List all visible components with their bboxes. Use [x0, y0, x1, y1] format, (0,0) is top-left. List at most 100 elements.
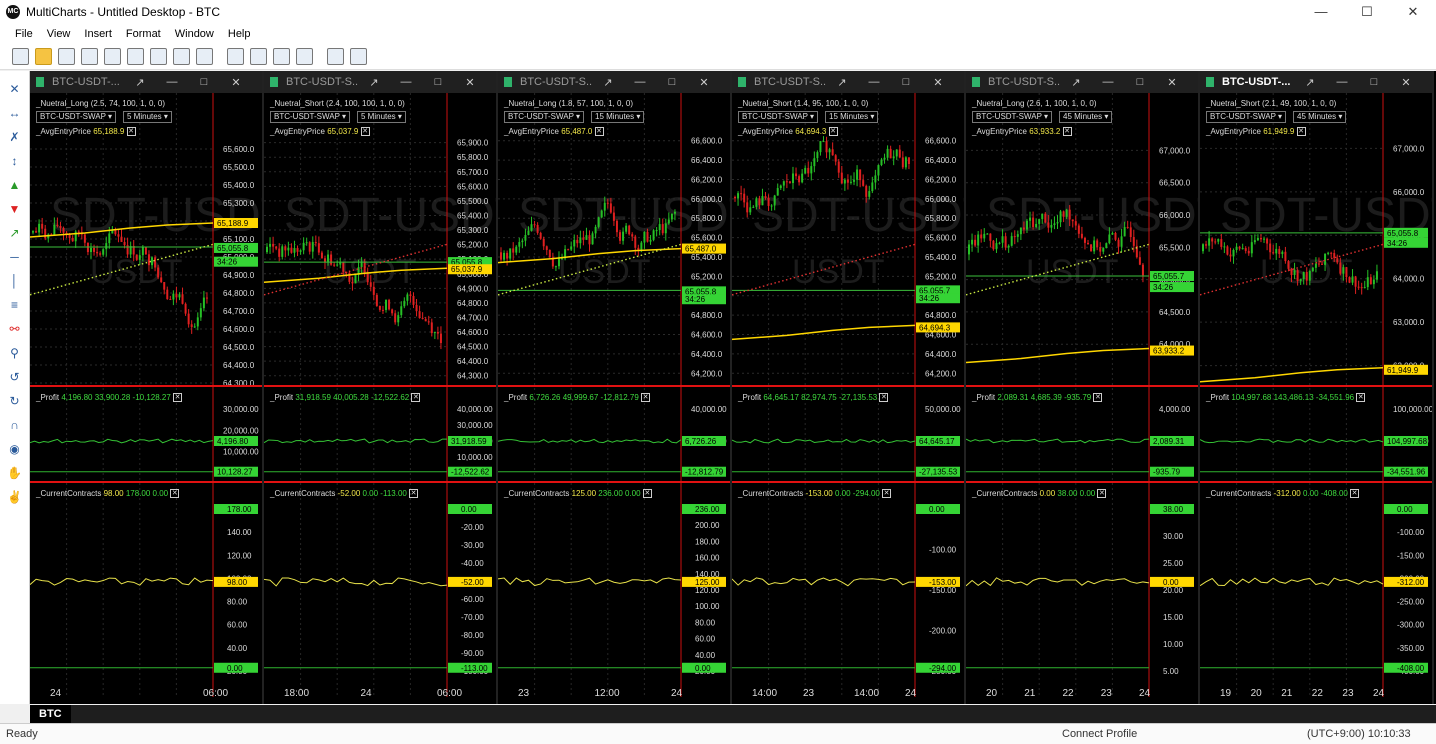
symbol-selector[interactable]: BTC-USDT-SWAP ▾	[36, 111, 117, 123]
new-report-icon[interactable]	[196, 48, 213, 65]
close-chart-icon[interactable]: ✕	[688, 76, 720, 89]
contracts-indicator[interactable]: _CurrentContracts -153.00 0.00 -294.00 ✕	[738, 489, 892, 499]
profit-indicator[interactable]: _Profit 2,089.31 4,685.39 -935.79 ✕	[972, 393, 1103, 403]
symbol-selector[interactable]: BTC-USDT-SWAP ▾	[1206, 111, 1287, 123]
chart-window-header[interactable]: BTC-USDT-... ↗ — □ ✕	[1200, 71, 1432, 93]
strategy-label[interactable]: _Nuetral_Short (2.1, 49, 100, 1, 0, 0)	[1206, 99, 1336, 108]
profit-indicator[interactable]: _Profit 6,726.26 49,999.67 -12,812.79 ✕	[504, 393, 651, 403]
undock-icon[interactable]: ↗	[1294, 76, 1326, 89]
drag-hand-icon[interactable]: ✌	[7, 491, 22, 504]
format-window-icon[interactable]	[296, 48, 313, 65]
strategy-label[interactable]: _Nuetral_Long (2.5, 74, 100, 1, 0, 0)	[36, 99, 165, 108]
chart-panel[interactable]: BTC-USDT-S...↗—□✕SDT-USDT-USDT66,600.066…	[498, 71, 732, 704]
profit-indicator[interactable]: _Profit 31,918.59 40,005.28 -12,522.62 ✕	[270, 393, 421, 403]
profit-indicator[interactable]: _Profit 64,645.17 82,974.75 -27,135.53 ✕	[738, 393, 889, 403]
undock-icon[interactable]: ↗	[826, 76, 858, 89]
remove-study-icon[interactable]: ✕	[882, 489, 892, 499]
profit-indicator[interactable]: _Profit 104,997.68 143,486.13 -34,551.96…	[1206, 393, 1366, 403]
close-button[interactable]: ✕	[1390, 0, 1436, 24]
remove-study-icon[interactable]: ✕	[173, 393, 183, 403]
remove-study-icon[interactable]: ✕	[411, 393, 421, 403]
remove-study-icon[interactable]: ✕	[360, 127, 370, 137]
format-instrument-icon[interactable]	[250, 48, 267, 65]
remove-study-icon[interactable]: ✕	[1350, 489, 1360, 499]
strategy-label[interactable]: _Nuetral_Short (2.4, 100, 100, 1, 0, 0)	[270, 99, 405, 108]
symbol-selector[interactable]: BTC-USDT-SWAP ▾	[972, 111, 1053, 123]
menu-window[interactable]: Window	[175, 28, 214, 40]
minimize-chart-icon[interactable]: —	[1326, 76, 1358, 88]
remove-study-icon[interactable]: ✕	[879, 393, 889, 403]
menu-format[interactable]: Format	[126, 28, 161, 40]
horizontal-line-icon[interactable]: ─	[7, 251, 22, 264]
scroll-icon[interactable]: ↕	[7, 155, 22, 168]
new-order-icon[interactable]	[173, 48, 190, 65]
avg-entry-indicator[interactable]: _AvgEntryPrice 65,188.9 ✕	[36, 127, 136, 137]
minimize-button[interactable]: —	[1298, 0, 1344, 24]
maximize-chart-icon[interactable]: □	[1358, 76, 1390, 88]
symbol-selector[interactable]: BTC-USDT-SWAP ▾	[504, 111, 585, 123]
minimize-chart-icon[interactable]: —	[624, 76, 656, 88]
zoom-out-icon[interactable]: ⚲	[7, 347, 22, 360]
close-chart-icon[interactable]: ✕	[454, 76, 486, 89]
chart-window-header[interactable]: BTC-USDT-... ↗ — □ ✕	[30, 71, 262, 93]
avg-entry-indicator[interactable]: _AvgEntryPrice 65,037.9 ✕	[270, 127, 370, 137]
avg-entry-indicator[interactable]: _AvgEntryPrice 61,949.9 ✕	[1206, 127, 1306, 137]
chart-panel[interactable]: BTC-USDT-...↗—□✕SDT-USDT-USDT65,600.065,…	[30, 71, 264, 704]
chart-panel[interactable]: BTC-USDT-S...↗—□✕SDT-USDT-USDT67,000.066…	[966, 71, 1200, 704]
contracts-indicator[interactable]: _CurrentContracts 0.00 38.00 0.00 ✕	[972, 489, 1107, 499]
timeframe-selector[interactable]: 15 Minutes ▾	[591, 111, 645, 123]
contracts-indicator[interactable]: _CurrentContracts -52.00 0.00 -113.00 ✕	[270, 489, 419, 499]
new-dom-icon[interactable]	[150, 48, 167, 65]
remove-study-icon[interactable]: ✕	[1097, 489, 1107, 499]
maximize-chart-icon[interactable]: □	[1124, 76, 1156, 88]
maximize-chart-icon[interactable]: □	[188, 76, 220, 88]
symbol-selector[interactable]: BTC-USDT-SWAP ▾	[738, 111, 819, 123]
menu-help[interactable]: Help	[228, 28, 251, 40]
remove-study-icon[interactable]: ✕	[1296, 127, 1306, 137]
remove-study-icon[interactable]: ✕	[642, 489, 652, 499]
maximize-chart-icon[interactable]: □	[422, 76, 454, 88]
minimize-chart-icon[interactable]: —	[390, 76, 422, 88]
timeframe-selector[interactable]: 5 Minutes ▾	[123, 111, 172, 123]
insert-symbol-icon[interactable]	[273, 48, 290, 65]
chart-window-header[interactable]: BTC-USDT-S... ↗ — □ ✕	[966, 71, 1198, 93]
maximize-chart-icon[interactable]: □	[656, 76, 688, 88]
auto-trading-on-icon[interactable]	[327, 48, 344, 65]
new-chart-icon[interactable]	[104, 48, 121, 65]
strategy-label[interactable]: _Nuetral_Short (1.4, 95, 100, 1, 0, 0)	[738, 99, 868, 108]
contracts-indicator[interactable]: _CurrentContracts 98.00 178.00 0.00 ✕	[36, 489, 180, 499]
connect-profile-button[interactable]: Connect Profile	[1062, 728, 1137, 740]
profit-indicator[interactable]: _Profit 4,196.80 33,900.28 -10,128.27 ✕	[36, 393, 183, 403]
close-chart-icon[interactable]: ✕	[922, 76, 954, 89]
maximize-chart-icon[interactable]: □	[890, 76, 922, 88]
timeframe-selector[interactable]: 5 Minutes ▾	[357, 111, 406, 123]
remove-study-icon[interactable]: ✕	[828, 127, 838, 137]
remove-study-icon[interactable]: ✕	[1062, 127, 1072, 137]
maximize-button[interactable]: ☐	[1344, 0, 1390, 24]
zoom-horizontal-icon[interactable]: ↔	[7, 107, 22, 120]
chart-window-header[interactable]: BTC-USDT-S... ↗ — □ ✕	[732, 71, 964, 93]
zoom-in-icon[interactable]: ⚯	[7, 323, 22, 336]
new-scanner-icon[interactable]	[127, 48, 144, 65]
avg-entry-indicator[interactable]: _AvgEntryPrice 65,487.0 ✕	[504, 127, 604, 137]
contracts-indicator[interactable]: _CurrentContracts -312.00 0.00 -408.00 ✕	[1206, 489, 1360, 499]
hide-drawings-icon[interactable]: ◉	[7, 443, 22, 456]
menu-file[interactable]: File	[15, 28, 33, 40]
remove-study-icon[interactable]: ✕	[594, 127, 604, 137]
remove-study-icon[interactable]: ✕	[409, 489, 419, 499]
contracts-indicator[interactable]: _CurrentContracts 125.00 236.00 0.00 ✕	[504, 489, 652, 499]
buy-arrow-icon[interactable]: ▲	[7, 179, 22, 192]
hand-icon[interactable]: ✋	[7, 467, 22, 480]
close-chart-icon[interactable]: ✕	[1156, 76, 1188, 89]
save-icon[interactable]	[58, 48, 75, 65]
avg-entry-indicator[interactable]: _AvgEntryPrice 64,694.3 ✕	[738, 127, 838, 137]
minimize-chart-icon[interactable]: —	[1092, 76, 1124, 88]
timeframe-selector[interactable]: 15 Minutes ▾	[825, 111, 879, 123]
timeframe-selector[interactable]: 45 Minutes ▾	[1059, 111, 1113, 123]
sell-arrow-icon[interactable]: ▼	[7, 203, 22, 216]
close-chart-icon[interactable]: ✕	[220, 76, 252, 89]
new-workspace-icon[interactable]	[12, 48, 29, 65]
remove-study-icon[interactable]: ✕	[170, 489, 180, 499]
chart-panel[interactable]: BTC-USDT-S...↗—□✕SDT-USDT-USDT66,600.066…	[732, 71, 966, 704]
open-folder-icon[interactable]	[35, 48, 52, 65]
